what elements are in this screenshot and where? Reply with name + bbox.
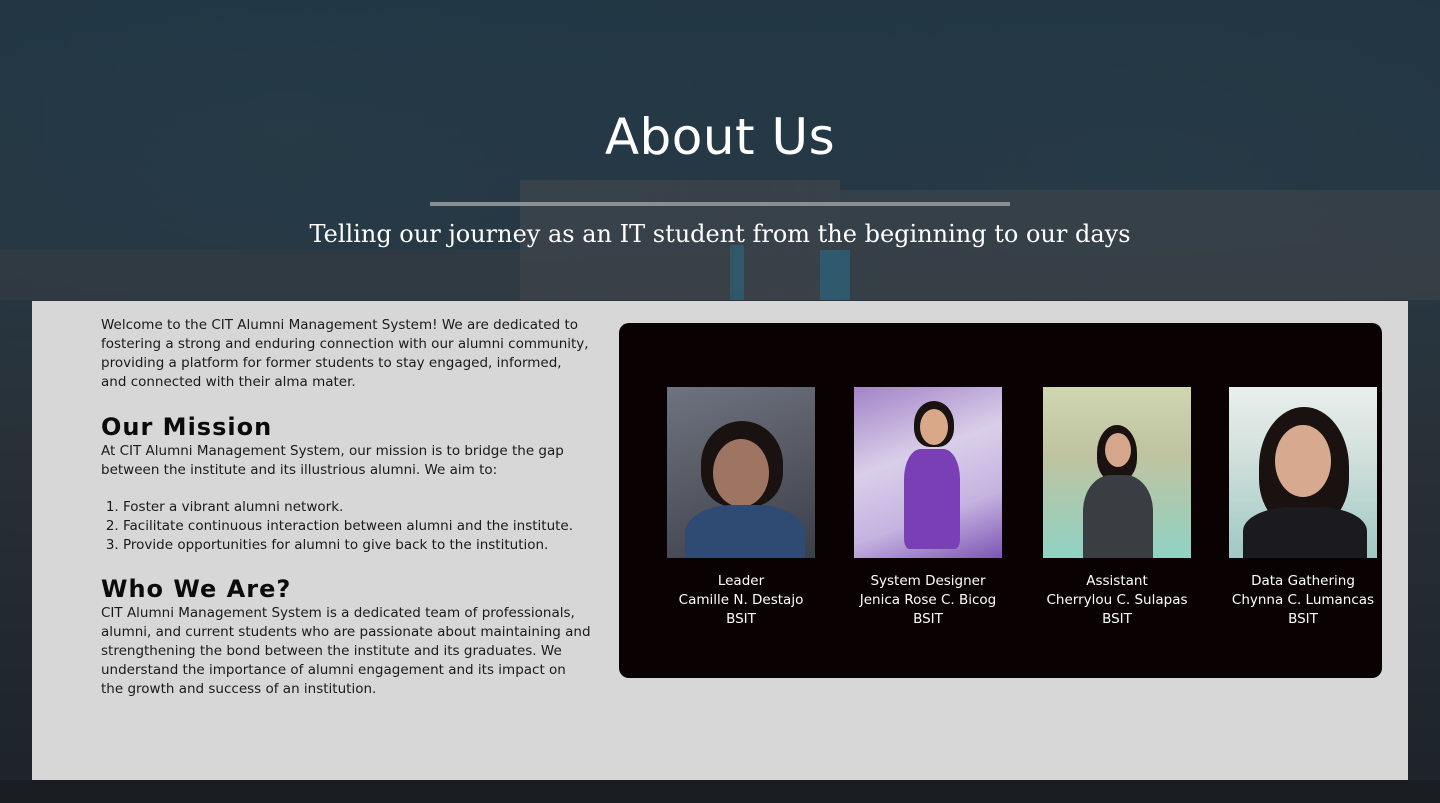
team-member: Assistant Cherrylou C. Sulapas BSIT [1022,387,1212,629]
who-we-are-paragraph: CIT Alumni Management System is a dedica… [101,605,591,697]
team-member: Data Gathering Chynna C. Lumancas BSIT [1208,387,1398,629]
page-subtitle: Telling our journey as an IT student fro… [309,220,1131,248]
member-photo [667,387,815,558]
about-text-column: Welcome to the CIT Alumni Management Sys… [101,316,591,699]
team-card: Leader Camille N. Destajo BSIT System De… [619,323,1382,678]
about-content-panel: Welcome to the CIT Alumni Management Sys… [32,301,1408,780]
member-role: Data Gathering [1251,573,1355,589]
member-role: System Designer [870,573,986,589]
team-member: Leader Camille N. Destajo BSIT [646,387,836,629]
member-caption: Assistant Cherrylou C. Sulapas BSIT [1022,572,1212,629]
background-ground [0,780,1440,803]
member-name: Camille N. Destajo [678,592,804,608]
mission-list-item: Facilitate continuous interaction betwee… [123,517,591,536]
member-course: BSIT [1288,611,1318,627]
mission-list-item: Provide opportunities for alumni to give… [123,536,591,555]
hero-section: About Us Telling our journey as an IT st… [0,0,1440,300]
title-divider [430,202,1010,206]
member-name: Cherrylou C. Sulapas [1046,592,1188,608]
member-role: Assistant [1086,573,1148,589]
intro-paragraph: Welcome to the CIT Alumni Management Sys… [101,317,589,390]
member-caption: System Designer Jenica Rose C. Bicog BSI… [833,572,1023,629]
member-course: BSIT [913,611,943,627]
member-photo [1229,387,1377,558]
member-photo [854,387,1002,558]
member-course: BSIT [1102,611,1132,627]
mission-list-item: Foster a vibrant alumni network. [123,498,591,517]
mission-heading: Our Mission [101,413,273,441]
member-caption: Leader Camille N. Destajo BSIT [646,572,836,629]
member-role: Leader [717,573,765,589]
who-we-are-heading: Who We Are? [101,575,292,603]
member-caption: Data Gathering Chynna C. Lumancas BSIT [1208,572,1398,629]
member-name: Chynna C. Lumancas [1231,592,1375,608]
member-photo [1043,387,1191,558]
mission-paragraph: At CIT Alumni Management System, our mis… [101,443,564,478]
mission-list: Foster a vibrant alumni network. Facilit… [101,498,591,555]
member-course: BSIT [726,611,756,627]
team-member: System Designer Jenica Rose C. Bicog BSI… [833,387,1023,629]
page-title: About Us [604,108,836,166]
member-name: Jenica Rose C. Bicog [859,592,997,608]
